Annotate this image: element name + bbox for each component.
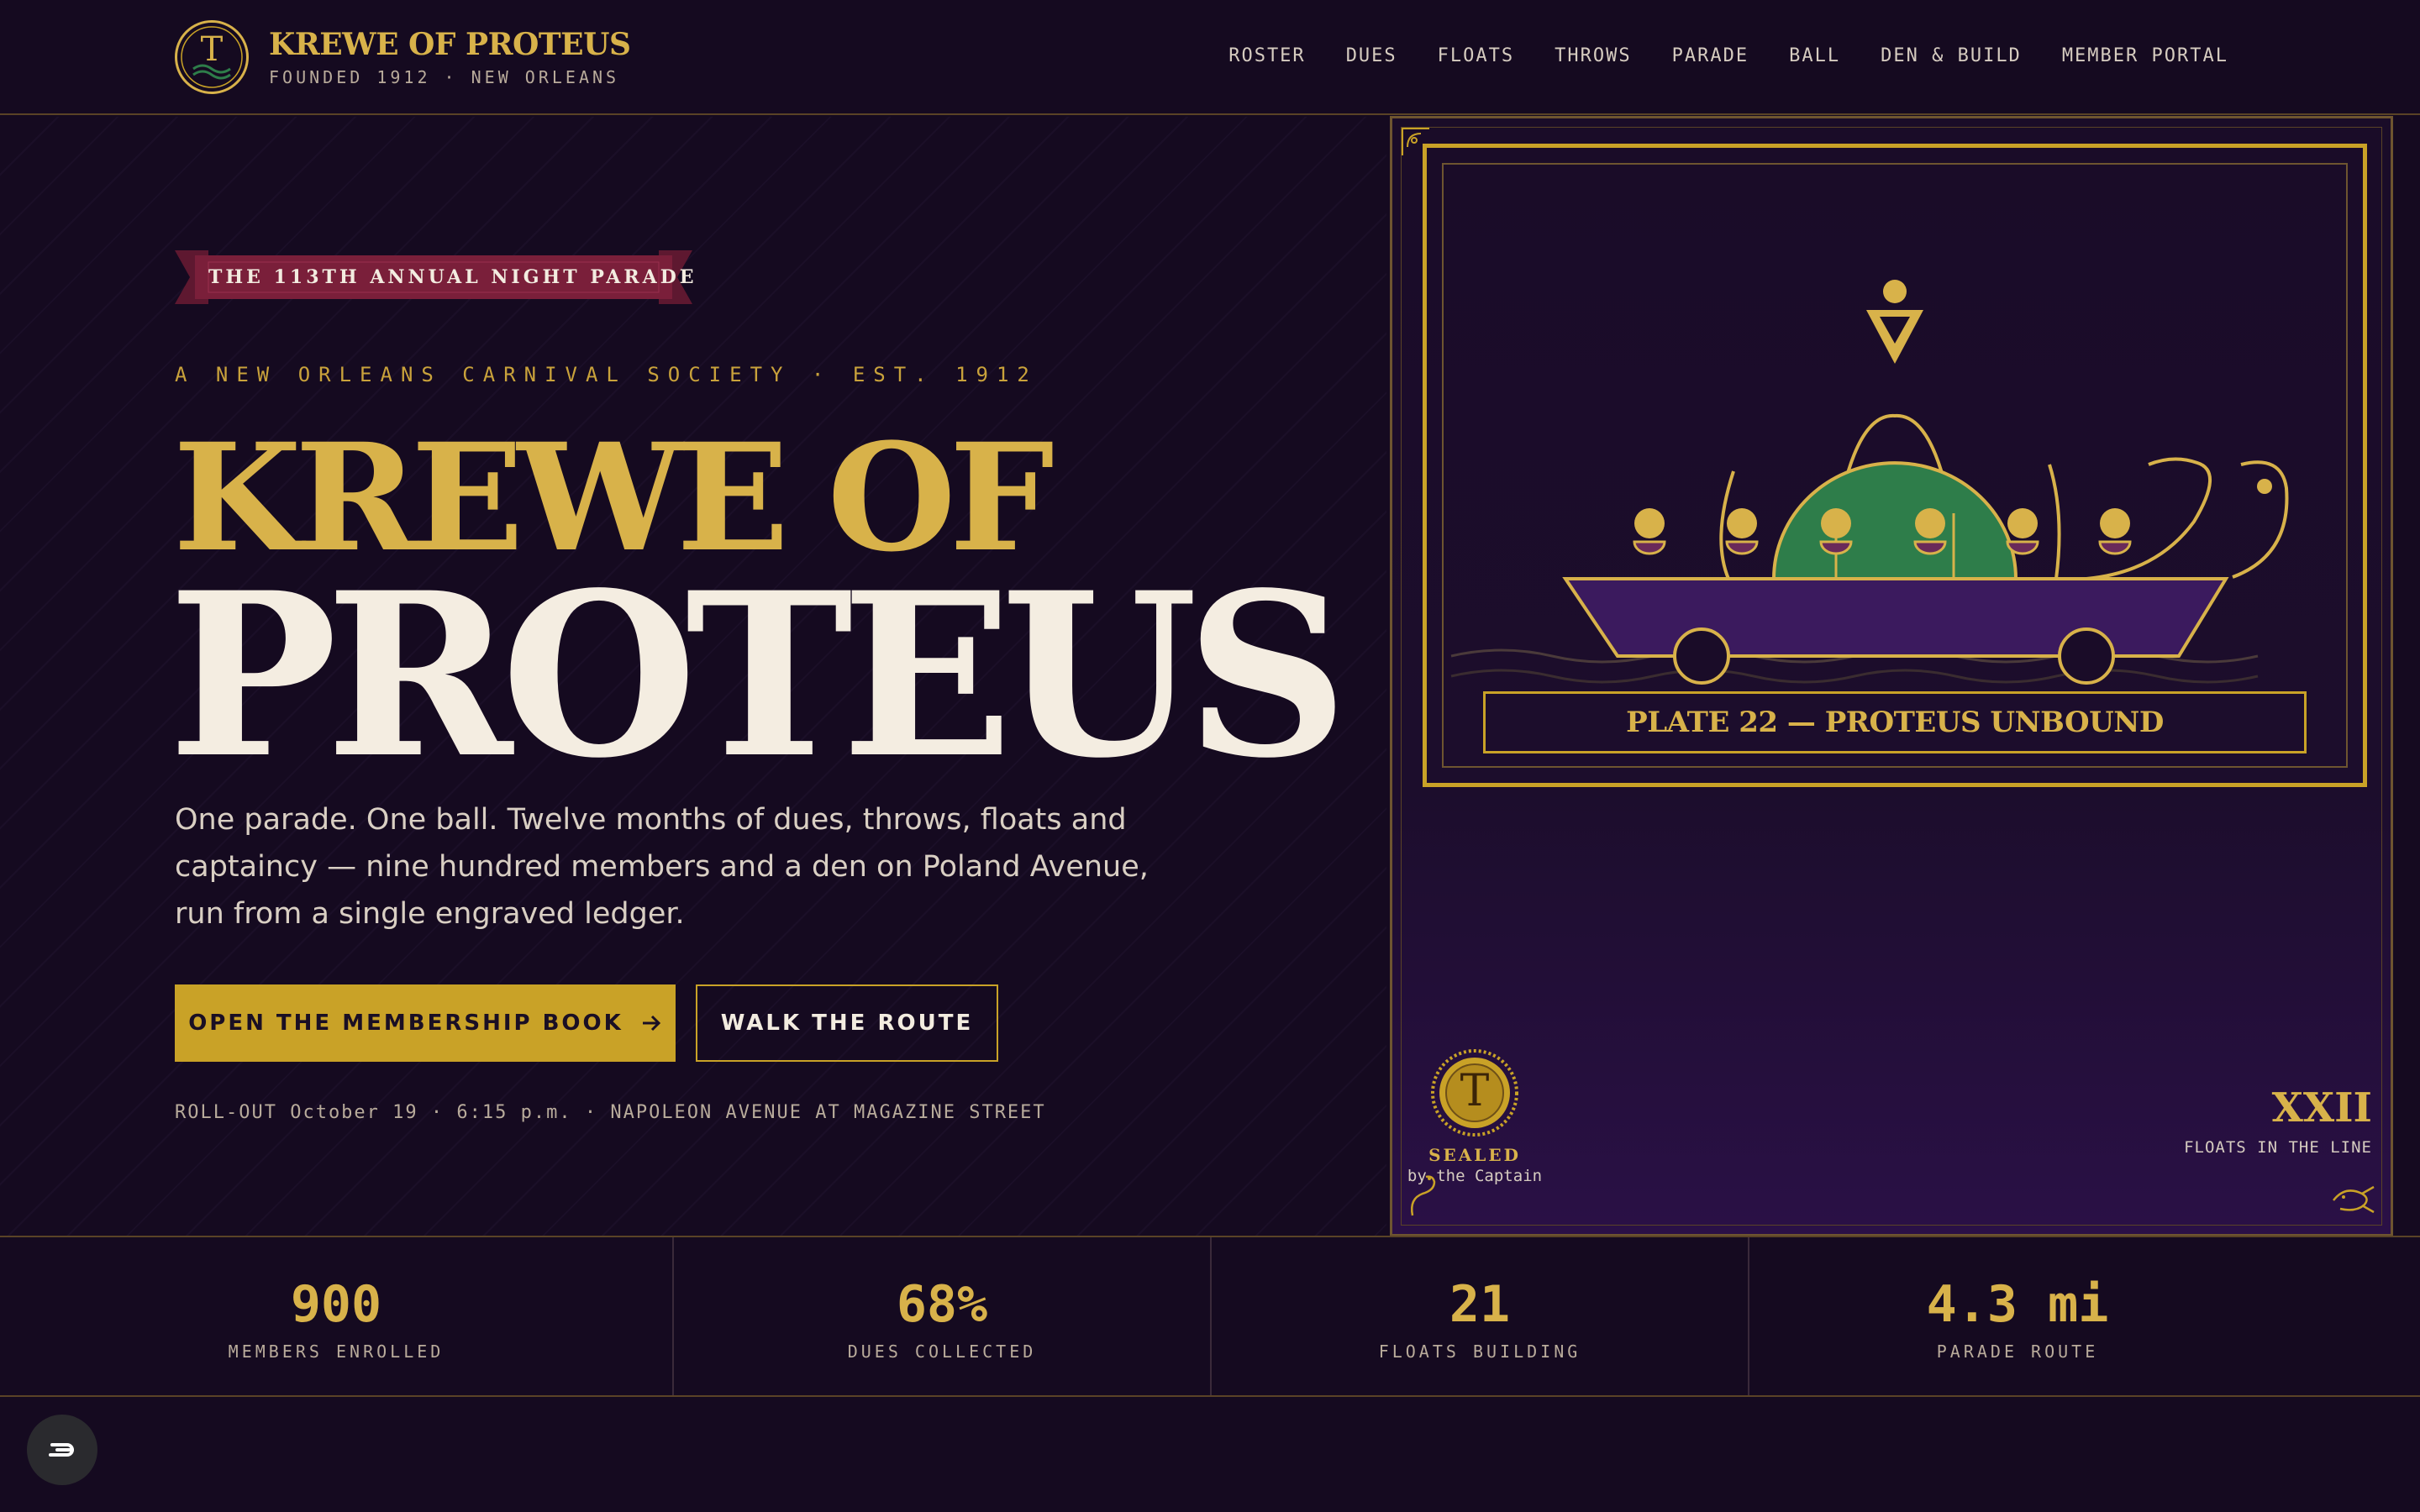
stat-label: MEMBERS ENROLLED bbox=[228, 1341, 445, 1362]
stat-label: FLOATS BUILDING bbox=[1378, 1341, 1581, 1362]
parade-ribbon: THE 113TH ANNUAL NIGHT PARADE bbox=[175, 250, 697, 304]
krewe-logo-icon[interactable]: T bbox=[175, 20, 249, 94]
open-membership-book-button[interactable]: OPEN THE MEMBERSHIP BOOK bbox=[175, 984, 676, 1062]
stat-label: DUES COLLECTED bbox=[847, 1341, 1037, 1362]
nav-throws[interactable]: THROWS bbox=[1555, 45, 1631, 66]
nav-member-portal[interactable]: MEMBER PORTAL bbox=[2062, 45, 2228, 66]
stat-value: 21 bbox=[1449, 1275, 1511, 1334]
secondary-button-label: WALK THE ROUTE bbox=[720, 1011, 974, 1036]
corner-flourish-icon bbox=[1402, 128, 1429, 155]
arrow-right-icon bbox=[642, 1015, 660, 1032]
parade-plate-card: PLATE 22 — PROTEUS UNBOUND T SEALED by t… bbox=[1390, 116, 2393, 1236]
stat-members: 900 MEMBERS ENROLLED bbox=[0, 1237, 672, 1395]
captain-seal-icon: T bbox=[1431, 1049, 1518, 1137]
seal-label: SEALED bbox=[1428, 1145, 1521, 1165]
stat-value: 900 bbox=[290, 1275, 382, 1334]
brand-title[interactable]: KREWE OF PROTEUS bbox=[269, 27, 631, 62]
chat-widget-icon bbox=[49, 1443, 74, 1457]
stats-bar: 900 MEMBERS ENROLLED 68% DUES COLLECTED … bbox=[0, 1236, 2420, 1397]
ribbon-text: THE 113TH ANNUAL NIGHT PARADE bbox=[208, 266, 697, 288]
hero-lede: One parade. One ball. Twelve months of d… bbox=[175, 803, 1149, 931]
stat-value: 4.3 mi bbox=[1926, 1275, 2109, 1334]
float-count-label: FLOATS IN THE LINE bbox=[2184, 1138, 2372, 1157]
nav-floats[interactable]: FLOATS bbox=[1438, 45, 1514, 66]
nav-roster[interactable]: ROSTER bbox=[1228, 45, 1305, 66]
seal-letter: T bbox=[1460, 1066, 1490, 1116]
brand-subtitle: FOUNDED 1912 · NEW ORLEANS bbox=[269, 67, 620, 87]
logo-letter: T bbox=[200, 30, 224, 69]
seal-subtitle: by the Captain bbox=[1407, 1167, 1543, 1185]
rollout-info: ROLL-OUT October 19 · 6:15 p.m. · NAPOLE… bbox=[175, 1102, 1046, 1123]
chat-widget-button[interactable] bbox=[27, 1415, 97, 1485]
primary-button-label: OPEN THE MEMBERSHIP BOOK bbox=[188, 1011, 623, 1036]
main-nav: ROSTER DUES FLOATS THROWS PARADE BALL DE… bbox=[1228, 45, 2228, 66]
fish-icon bbox=[2333, 1185, 2375, 1214]
float-count-numeral: XXII bbox=[2271, 1084, 2372, 1131]
stat-dues: 68% DUES COLLECTED bbox=[672, 1237, 1210, 1395]
nav-den-build[interactable]: DEN & BUILD bbox=[1881, 45, 2022, 66]
stat-floats: 21 FLOATS BUILDING bbox=[1210, 1237, 1748, 1395]
nav-parade[interactable]: PARADE bbox=[1672, 45, 1749, 66]
hero-title-line2: PROTEUS bbox=[168, 543, 1349, 808]
plate-caption: PLATE 22 — PROTEUS UNBOUND bbox=[1483, 691, 2307, 753]
stat-label: PARADE ROUTE bbox=[1936, 1341, 2099, 1362]
site-header: T KREWE OF PROTEUS FOUNDED 1912 · NEW OR… bbox=[0, 0, 2420, 115]
hero-eyebrow: A NEW ORLEANS CARNIVAL SOCIETY · EST. 19… bbox=[175, 363, 1038, 386]
walk-the-route-button[interactable]: WALK THE ROUTE bbox=[696, 984, 998, 1062]
nav-ball[interactable]: BALL bbox=[1789, 45, 1840, 66]
nav-dues[interactable]: DUES bbox=[1346, 45, 1397, 66]
stat-value: 68% bbox=[896, 1275, 988, 1334]
stat-route: 4.3 mi PARADE ROUTE bbox=[1748, 1237, 2286, 1395]
